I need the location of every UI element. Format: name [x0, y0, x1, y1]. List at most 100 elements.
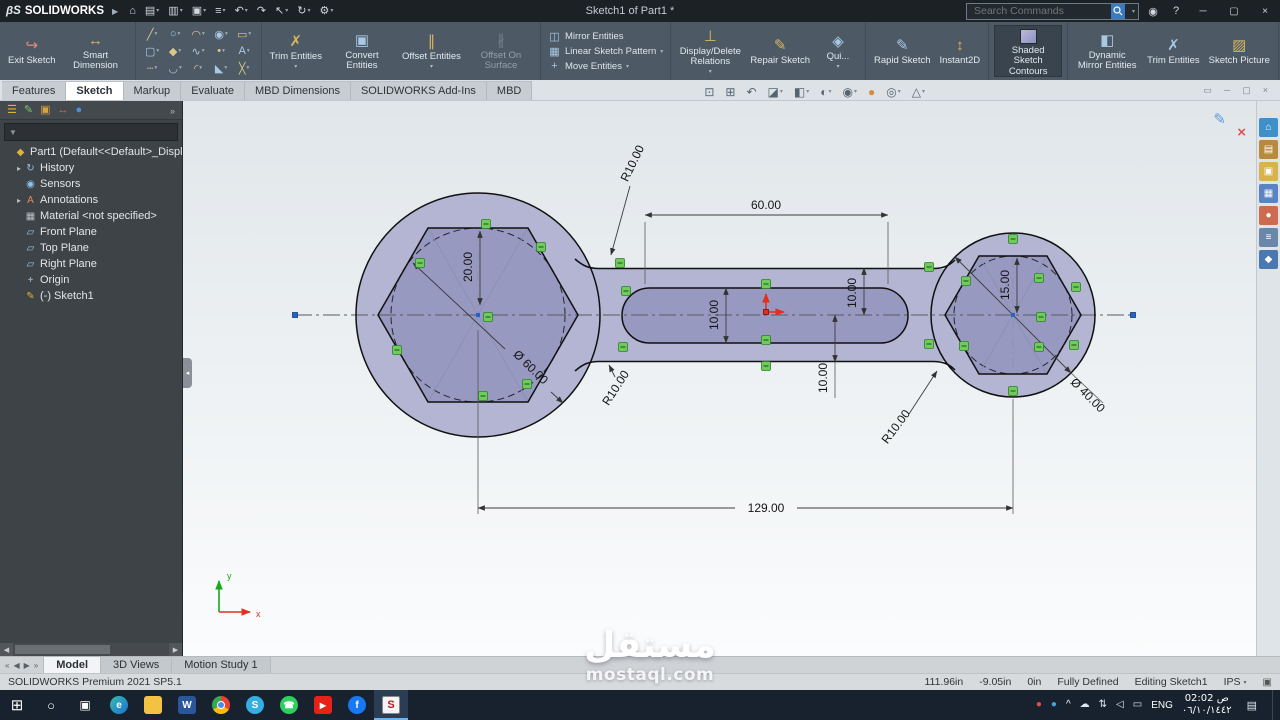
sketch-relation-icon[interactable]: [960, 342, 969, 351]
sketch-relation-icon[interactable]: [1037, 313, 1046, 322]
tray-app-red-icon[interactable]: ●: [1036, 700, 1042, 710]
sketch-relation-icon[interactable]: [962, 277, 971, 286]
sketch-relation-icon[interactable]: [762, 362, 771, 371]
unit-system-selector[interactable]: IPS ▾: [1224, 676, 1247, 688]
sketch-relation-icon[interactable]: [479, 392, 488, 401]
tree-item-front[interactable]: ▱Front Plane: [0, 224, 182, 240]
sketch-relation-icon[interactable]: [523, 380, 532, 389]
dimension-text[interactable]: R10.00: [879, 407, 914, 447]
sketch-entity-tool-1[interactable]: ○▾: [164, 26, 187, 43]
new-document-button[interactable]: ▤▾: [142, 5, 162, 18]
login-account-icon[interactable]: ◉: [1144, 5, 1162, 18]
sketch-entity-tool-5[interactable]: ▢▾: [141, 43, 164, 60]
menu-expand-arrow-icon[interactable]: ▶: [112, 7, 118, 16]
tab-evaluate[interactable]: Evaluate: [181, 81, 245, 100]
rapid-sketch-button[interactable]: ✎ Rapid Sketch: [871, 36, 934, 66]
solidworks-forum-icon[interactable]: ◆: [1259, 250, 1278, 269]
dimension-text[interactable]: 20.00: [461, 252, 475, 282]
youtube-icon[interactable]: ▶: [306, 690, 340, 720]
smart-dimension-button[interactable]: ↔ Smart Dimension: [62, 31, 130, 72]
previous-view-button[interactable]: ↶: [746, 86, 756, 98]
tags-icon[interactable]: ▣: [1263, 677, 1272, 688]
scroll-right-icon[interactable]: ▶: [169, 646, 182, 654]
tab-mbd[interactable]: MBD: [487, 81, 532, 100]
word-icon[interactable]: W: [170, 690, 204, 720]
sketch-relation-icon[interactable]: [1035, 274, 1044, 283]
confirmation-corner-cancel-icon[interactable]: ×: [1237, 124, 1246, 141]
doc-close-icon[interactable]: ×: [1263, 85, 1268, 96]
save-button[interactable]: ▣▾: [189, 5, 209, 18]
trim-entities-button[interactable]: ✗ Trim Entities: [267, 32, 325, 70]
repair-sketch-button[interactable]: ✎ Repair Sketch: [747, 36, 813, 66]
sketch-relation-icon[interactable]: [619, 343, 628, 352]
sketch-entity-tool-11[interactable]: ◡▾: [164, 60, 187, 77]
scroll-left-icon[interactable]: ◀: [0, 646, 13, 654]
minimize-button[interactable]: ─: [1190, 0, 1216, 22]
sketch-relation-icon[interactable]: [622, 287, 631, 296]
dimension-r10-bottom-left[interactable]: R10.00: [599, 365, 632, 408]
chrome-icon[interactable]: [204, 690, 238, 720]
sketch-entity-tool-9[interactable]: A▾: [233, 43, 256, 60]
tree-item-origin[interactable]: +Origin: [0, 272, 182, 288]
shaded-sketch-contours-button[interactable]: Shaded Sketch Contours: [994, 25, 1062, 77]
sketch-center-point[interactable]: [1011, 313, 1015, 317]
tab-markup[interactable]: Markup: [124, 81, 182, 100]
tab-scroll-icon[interactable]: ◀: [13, 661, 19, 670]
tab-mbd-dimensions[interactable]: MBD Dimensions: [245, 81, 351, 100]
dynamic-mirror-entities-button[interactable]: ◧ Dynamic Mirror Entities: [1073, 31, 1141, 72]
search-input[interactable]: [972, 4, 1107, 18]
sketch-entity-tool-8[interactable]: •▾: [210, 43, 233, 60]
tree-item-history[interactable]: ▸↻History: [0, 160, 182, 176]
search-icon[interactable]: [1111, 4, 1125, 19]
sketch-relation-icon[interactable]: [484, 313, 493, 322]
sketch-relation-icon[interactable]: [1009, 387, 1018, 396]
task-view-button[interactable]: ▣: [68, 690, 102, 720]
view-orientation-button[interactable]: ◧▾: [794, 86, 809, 98]
search-caret-icon[interactable]: ▾: [1129, 8, 1138, 15]
sketch-entity-tool-2[interactable]: ◠▾: [187, 26, 210, 43]
linear-sketch-pattern-button[interactable]: ▦ Linear Sketch Pattern ▾: [546, 45, 665, 58]
sketch-endpoint[interactable]: [293, 313, 298, 318]
sketch-picture-button[interactable]: ▨ Sketch Picture: [1206, 36, 1273, 66]
sketch-relation-icon[interactable]: [925, 263, 934, 272]
tree-filter-input[interactable]: [21, 126, 173, 139]
custom-properties-icon[interactable]: ≡: [1259, 228, 1278, 247]
zoom-to-area-button[interactable]: ⊞: [725, 86, 735, 98]
sketch-entity-tool-10[interactable]: ┄▾: [141, 60, 164, 77]
tree-item-[interactable]: ✎(-) Sketch1: [0, 288, 182, 304]
dimension-r10-bottom-right[interactable]: R10.00: [879, 371, 937, 446]
view-palette-icon[interactable]: ▦: [1259, 184, 1278, 203]
sketch-entity-tool-6[interactable]: ◆▾: [164, 43, 187, 60]
tree-item-right[interactable]: ▱Right Plane: [0, 256, 182, 272]
onedrive-icon[interactable]: ☁: [1080, 700, 1090, 710]
zoom-to-fit-button[interactable]: ⊡: [704, 86, 714, 98]
expand-arrow-icon[interactable]: ▸: [14, 164, 24, 173]
instant2d-button[interactable]: ↕ Instant2D: [937, 36, 984, 66]
sketch-relation-icon[interactable]: [616, 259, 625, 268]
sketch-entity-tool-12[interactable]: ◜▾: [187, 60, 210, 77]
tree-item-sensors[interactable]: ◉Sensors: [0, 176, 182, 192]
skype-icon[interactable]: S: [238, 690, 272, 720]
dimension-text[interactable]: 10.00: [845, 278, 859, 308]
tree-filter-box[interactable]: ▼: [4, 123, 178, 141]
section-view-button[interactable]: ◪▾: [768, 86, 783, 98]
doc-minimize-icon[interactable]: ─: [1224, 85, 1230, 96]
design-library-icon[interactable]: ▤: [1259, 140, 1278, 159]
dimxpertmanager-tab[interactable]: ↔: [58, 105, 69, 116]
exit-sketch-button[interactable]: ↪ Exit Sketch: [5, 36, 59, 66]
trim-entities-2-button[interactable]: ✗ Trim Entities: [1144, 36, 1202, 66]
file-explorer-taskbar-icon[interactable]: [136, 690, 170, 720]
sketch-entity-tool-13[interactable]: ◣▾: [210, 60, 233, 77]
panel-splitter-handle[interactable]: ◂: [183, 358, 192, 388]
sketch-relation-icon[interactable]: [762, 336, 771, 345]
facebook-icon[interactable]: f: [340, 690, 374, 720]
caret-icon[interactable]: ▾: [660, 48, 663, 55]
hide-show-items-button[interactable]: ◉▾: [843, 86, 858, 98]
sketch-relation-icon[interactable]: [482, 220, 491, 229]
help-icon[interactable]: ?: [1167, 5, 1185, 17]
graphics-area[interactable]: 60.00 129.00 20.00 Ø 60.00 10.00 10.00: [183, 100, 1256, 656]
move-entities-button[interactable]: + Move Entities ▾: [546, 60, 665, 72]
panel-expand-chevron-icon[interactable]: »: [170, 106, 175, 116]
sketch-relation-icon[interactable]: [1035, 343, 1044, 352]
undo-button[interactable]: ↶▾: [232, 5, 251, 18]
